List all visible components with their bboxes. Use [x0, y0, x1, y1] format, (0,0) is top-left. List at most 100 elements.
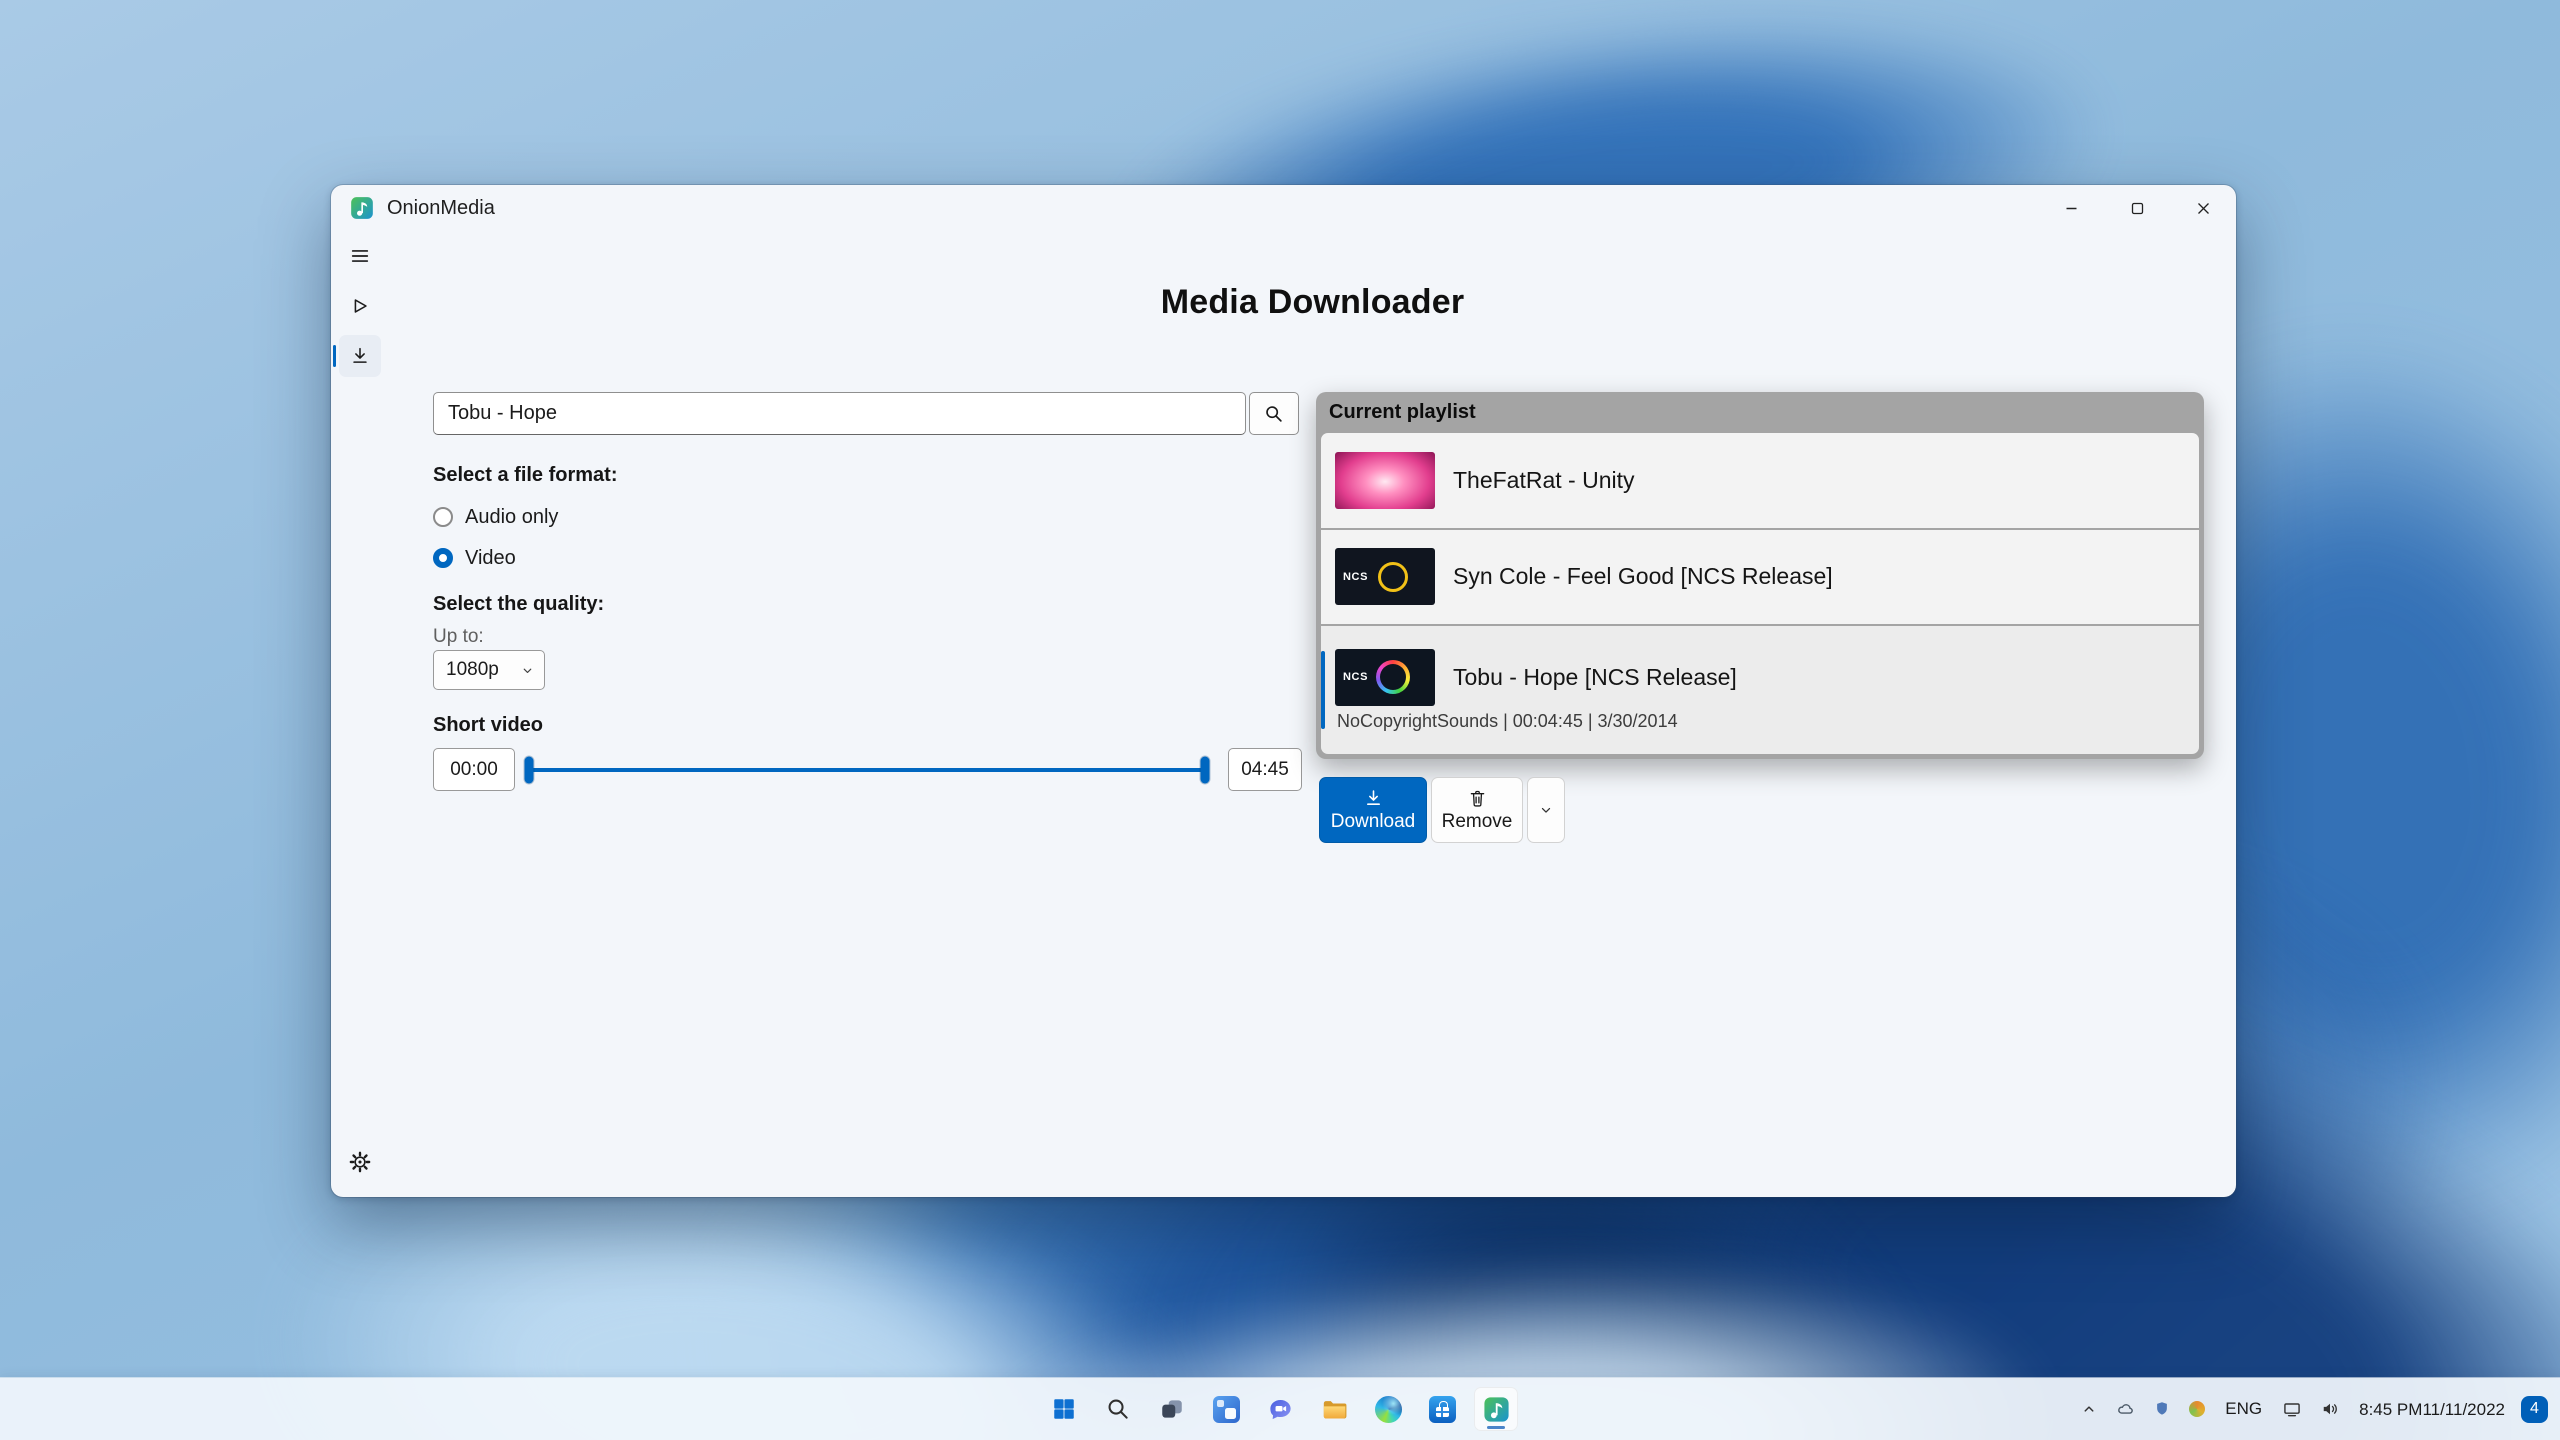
edge-browser-button[interactable]: [1366, 1387, 1410, 1431]
playlist-item-title: Syn Cole - Feel Good [NCS Release]: [1453, 563, 1833, 590]
radio-audio-only[interactable]: Audio only: [433, 503, 558, 531]
language-indicator[interactable]: ENG: [2216, 1387, 2271, 1431]
remove-button[interactable]: Remove: [1431, 777, 1523, 843]
taskbar-center-icons: [1042, 1378, 1518, 1440]
sidebar-item-player[interactable]: [339, 285, 381, 327]
radio-video[interactable]: Video: [433, 544, 516, 572]
trash-icon: [1470, 790, 1484, 807]
chevron-up-icon: [2084, 1406, 2094, 1412]
system-tray: ENG 8:45 PM 11/11/2022 4: [2073, 1378, 2548, 1440]
sidebar-nav: [331, 231, 389, 1197]
video-thumbnail: NCS: [1335, 548, 1435, 606]
settings-button[interactable]: [339, 1141, 381, 1183]
quality-dropdown[interactable]: 1080p: [433, 650, 545, 690]
ncs-logo-text: NCS: [1343, 671, 1369, 684]
hamburger-menu-button[interactable]: [339, 235, 381, 277]
playlist-item[interactable]: NCS Syn Cole - Feel Good [NCS Release]: [1321, 529, 2199, 625]
playlist-item[interactable]: TheFatRat - Unity: [1321, 433, 2199, 528]
minimize-icon: [2066, 207, 2076, 209]
sidebar-item-downloader[interactable]: [339, 335, 381, 377]
playlist-item-selected[interactable]: NCS Tobu - Hope [NCS Release] NoCopyrigh…: [1321, 626, 2199, 754]
playlist-item-row: NCS Tobu - Hope [NCS Release]: [1335, 648, 2185, 706]
remove-button-label: Remove: [1441, 810, 1513, 832]
download-button[interactable]: Download: [1319, 777, 1427, 843]
play-icon: [354, 299, 367, 313]
network-tray-button[interactable]: [2275, 1387, 2309, 1431]
playlist-item-subtitle: NoCopyrightSounds | 00:04:45 | 3/30/2014: [1337, 710, 1678, 731]
microsoft-store-button[interactable]: [1420, 1387, 1464, 1431]
search-icon: [1266, 405, 1282, 422]
playlist-item-title: Tobu - Hope [NCS Release]: [1453, 663, 1737, 690]
speaker-icon: [2323, 1403, 2337, 1415]
window-title: OnionMedia: [387, 196, 495, 219]
sync-icon: [2189, 1401, 2206, 1417]
notification-count-badge[interactable]: 4: [2521, 1395, 2548, 1423]
hamburger-icon: [351, 250, 369, 262]
store-icon: [1428, 1395, 1456, 1423]
download-button-label: Download: [1330, 810, 1416, 832]
tray-time: 8:45 PM: [2359, 1399, 2423, 1419]
file-explorer-button[interactable]: [1312, 1387, 1356, 1431]
ncs-logo-ring-icon: [1376, 660, 1410, 695]
sync-status-tray-button[interactable]: [2182, 1387, 2212, 1431]
desktop: OnionMedia Media Downloader Tobu - Hope …: [0, 0, 2560, 1440]
minimize-button[interactable]: [2038, 185, 2104, 231]
slider-end-handle[interactable]: [1200, 756, 1210, 783]
app-logo-icon: [349, 195, 375, 221]
close-button[interactable]: [2170, 185, 2236, 231]
window-controls: [2038, 185, 2236, 231]
chat-button[interactable]: [1258, 1387, 1302, 1431]
page-title: Media Downloader: [1160, 283, 1465, 321]
quality-hint: Up to:: [433, 626, 484, 647]
search-icon: [1108, 1399, 1128, 1419]
search-button[interactable]: [1249, 392, 1299, 435]
trim-end-input[interactable]: 04:45: [1228, 748, 1302, 791]
widgets-button[interactable]: [1204, 1387, 1248, 1431]
trim-start-input[interactable]: 00:00: [433, 748, 515, 791]
playlist-panel: Current playlist TheFatRat - Unity NCS S…: [1316, 392, 2204, 759]
taskbar-search-button[interactable]: [1096, 1387, 1140, 1431]
chat-bubble-icon: [1269, 1399, 1291, 1419]
quality-dropdown-value: 1080p: [446, 659, 499, 680]
task-view-button[interactable]: [1150, 1387, 1194, 1431]
chevron-down-icon: [523, 668, 532, 673]
volume-tray-button[interactable]: [2313, 1387, 2347, 1431]
onionmedia-taskbar-button[interactable]: [1474, 1387, 1518, 1431]
video-thumbnail: [1335, 451, 1435, 509]
file-explorer-icon: [1323, 1400, 1346, 1418]
trim-section-label: Short video: [433, 714, 544, 736]
radio-label: Video: [465, 546, 516, 569]
windows-start-icon: [1054, 1399, 1074, 1419]
playlist-item-title: TheFatRat - Unity: [1453, 466, 1635, 493]
slider-track[interactable]: [529, 767, 1205, 772]
start-button[interactable]: [1042, 1387, 1086, 1431]
more-actions-button[interactable]: [1527, 777, 1565, 843]
ncs-logo-text: NCS: [1343, 570, 1369, 583]
radio-circle-checked: [433, 548, 453, 568]
security-tray-button[interactable]: [2146, 1387, 2178, 1431]
cloud-icon: [2118, 1403, 2134, 1414]
chevron-down-icon: [1541, 807, 1551, 813]
maximize-icon: [2131, 202, 2143, 214]
slider-start-handle[interactable]: [524, 756, 534, 783]
tray-date: 11/11/2022: [2422, 1399, 2505, 1419]
playlist-header: Current playlist: [1329, 401, 1476, 423]
task-view-icon: [1162, 1400, 1182, 1418]
quality-section-label: Select the quality:: [433, 593, 605, 615]
download-icon: [1366, 789, 1380, 805]
format-section-label: Select a file format:: [433, 464, 618, 486]
radio-circle: [433, 507, 453, 527]
shield-icon: [2157, 1402, 2168, 1415]
app-window: OnionMedia Media Downloader Tobu - Hope …: [331, 185, 2236, 1197]
hidden-icons-button[interactable]: [2073, 1387, 2105, 1431]
onedrive-tray-button[interactable]: [2109, 1387, 2142, 1431]
clock-date-button[interactable]: 8:45 PM 11/11/2022: [2351, 1387, 2513, 1431]
download-nav-icon: [353, 347, 367, 363]
trim-range-slider[interactable]: [524, 748, 1210, 791]
taskbar: ENG 8:45 PM 11/11/2022 4: [0, 1378, 2560, 1440]
onionmedia-app-icon: [1483, 1396, 1509, 1422]
maximize-button[interactable]: [2104, 185, 2170, 231]
network-icon: [2284, 1403, 2300, 1417]
search-input[interactable]: [433, 392, 1246, 435]
window-titlebar[interactable]: OnionMedia: [331, 185, 2236, 231]
